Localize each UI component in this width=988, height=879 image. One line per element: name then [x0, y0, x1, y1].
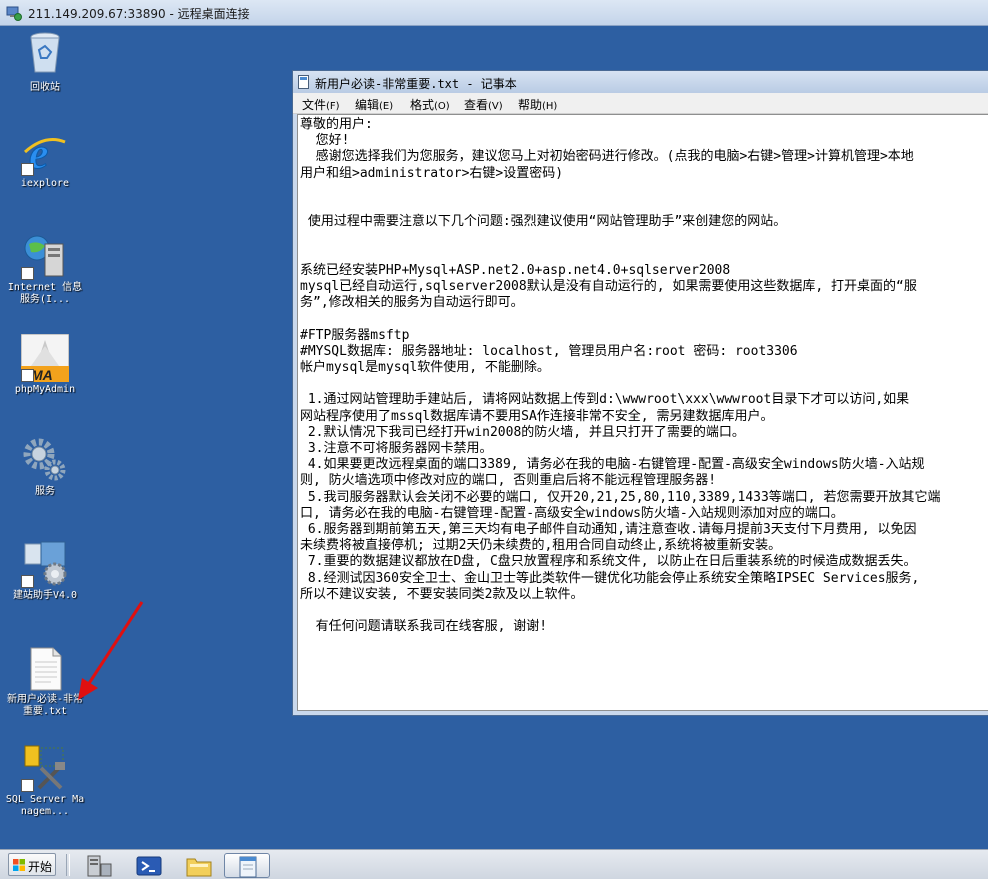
menu-view[interactable]: 查看(V): [464, 96, 503, 113]
windows-logo-icon: [13, 859, 25, 871]
notepad-window[interactable]: 新用户必读-非常重要.txt - 记事本 文件(F) 编辑(E) 格式(O) 查…: [292, 70, 988, 716]
desktop-icon-services[interactable]: 服务: [5, 436, 85, 498]
notepad-text-area[interactable]: 尊敬的用户: 您好! 感谢您选择我们为您服务，建议您马上对初始密码进行修改。(点…: [297, 114, 988, 711]
menu-format[interactable]: 格式(O): [410, 96, 450, 113]
taskbar-server-manager[interactable]: [76, 853, 122, 878]
powershell-icon: [136, 856, 162, 876]
services-gear-icon: [23, 438, 66, 481]
desktop-icon-label: 回收站: [30, 82, 60, 93]
server-manager-icon: [87, 855, 112, 877]
remote-desktop-title: 211.149.209.67:33890 - 远程桌面连接: [28, 7, 250, 21]
start-label: 开始: [28, 860, 53, 874]
notepad-icon: [298, 75, 309, 89]
menu-file[interactable]: 文件(F): [302, 96, 340, 113]
svg-text:MA: MA: [31, 367, 53, 382]
desktop-icon-label: phpMyAdmin: [14, 384, 76, 395]
text-file-icon: [30, 647, 62, 691]
desktop-icon-sql-server-management[interactable]: SQL Server Managem...: [5, 744, 85, 818]
notepad-title: 新用户必读-非常重要.txt - 记事本: [315, 77, 517, 91]
menu-edit[interactable]: 编辑(E): [355, 96, 393, 113]
explorer-folder-icon: [186, 858, 212, 877]
red-annotation-arrow-icon: [78, 601, 144, 700]
desktop-icon-label: 服务: [35, 486, 55, 497]
shortcut-arrow-icon: [21, 267, 34, 280]
desktop-icon-label: Internet 信息服务(I...: [7, 282, 83, 305]
desktop-icon-iexplore[interactable]: e iexplore: [5, 128, 85, 190]
desktop-icon-iis[interactable]: Internet 信息服务(I...: [5, 232, 85, 306]
desktop-icon-phpmyadmin[interactable]: MA phpMyAdmin: [5, 333, 85, 396]
desktop-icon-label: SQL Server Managem...: [5, 794, 85, 817]
desktop[interactable]: 回收站 e iexplore Internet 信息服务(I... MA php…: [0, 26, 988, 849]
taskbar-powershell[interactable]: [126, 853, 172, 878]
desktop-icon-site-assistant[interactable]: 建站助手V4.0: [5, 540, 85, 602]
remote-desktop-titlebar[interactable]: 211.149.209.67:33890 - 远程桌面连接: [0, 0, 988, 26]
desktop-icon-recycle-bin[interactable]: 回收站: [5, 28, 85, 94]
shortcut-arrow-icon: [21, 779, 34, 792]
shortcut-arrow-icon: [21, 163, 34, 176]
remote-desktop-icon: [6, 6, 22, 21]
shortcut-arrow-icon: [21, 369, 34, 382]
start-button[interactable]: 开始: [8, 853, 56, 876]
taskbar-notepad[interactable]: [224, 853, 270, 878]
notepad-icon: [239, 856, 257, 878]
desktop-icon-readme-txt[interactable]: 新用户必读-非常重要.txt: [5, 644, 85, 718]
notepad-titlebar[interactable]: 新用户必读-非常重要.txt - 记事本: [293, 71, 988, 93]
shortcut-arrow-icon: [21, 575, 34, 588]
taskbar-separator: [66, 854, 70, 876]
taskbar-explorer[interactable]: [176, 853, 222, 878]
notepad-menubar: 文件(F) 编辑(E) 格式(O) 查看(V) 帮助(H): [293, 93, 988, 114]
notepad-content[interactable]: 尊敬的用户: 您好! 感谢您选择我们为您服务，建议您马上对初始密码进行修改。(点…: [300, 117, 940, 636]
recycle-bin-icon: [30, 32, 60, 73]
taskbar: 开始: [0, 849, 988, 879]
desktop-icon-label: 建站助手V4.0: [12, 590, 78, 601]
desktop-icon-label: 新用户必读-非常重要.txt: [6, 694, 84, 717]
menu-help[interactable]: 帮助(H): [518, 96, 557, 113]
desktop-icon-label: iexplore: [20, 178, 70, 189]
